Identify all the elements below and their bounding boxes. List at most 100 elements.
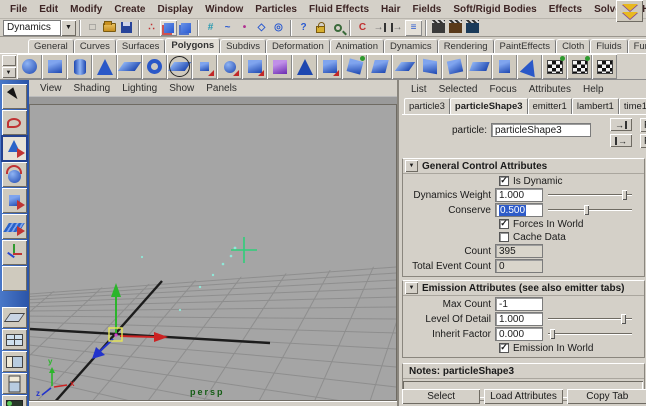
shelf-poly-cube-button[interactable] [42,54,67,79]
shelf-uv-button[interactable] [592,54,617,79]
panel-menu-shading[interactable]: Shading [69,82,116,95]
menu-fluid-effects[interactable]: Fluid Effects [303,2,375,17]
shelf-wedge-button[interactable] [492,54,517,79]
scale-tool-button[interactable] [2,188,27,213]
shelf-tab-fur[interactable]: Fur [627,39,646,53]
lock-selection-icon[interactable] [312,19,329,36]
perspective-viewport[interactable]: persp y x z [29,104,397,401]
conserve-field[interactable]: 0.500 [495,203,543,217]
show-manipulator-tool-button[interactable] [2,240,27,265]
ae-menu-attributes[interactable]: Attributes [524,83,576,96]
ae-tab-lambert1[interactable]: lambert1 [571,98,619,114]
snap-view-plane-icon[interactable]: ◇ [253,19,270,36]
manipulator-x-axis[interactable] [119,335,157,338]
menu-soft-rigid-bodies[interactable]: Soft/Rigid Bodies [447,2,542,17]
shelf-tab-icon[interactable] [1,55,16,66]
particle-name-field[interactable]: particleShape3 [491,123,591,137]
ae-menu-focus[interactable]: Focus [484,83,521,96]
dynamics-weight-slider[interactable] [548,189,632,201]
menu-create[interactable]: Create [108,2,151,17]
four-pane-layout-button[interactable] [2,329,27,350]
shelf-tab-animation[interactable]: Animation [329,39,384,53]
shelf-tab-polygons[interactable]: Polygons [165,38,221,53]
ae-menu-list[interactable]: List [406,83,432,96]
shelf-combine-button[interactable] [192,54,217,79]
shelf-menu-arrow-icon[interactable]: ▼ [1,67,16,78]
copy-tab-button[interactable]: Copy Tab [566,389,646,404]
menu-particles[interactable]: Particles [249,2,303,17]
focus-button[interactable]: F [640,118,646,132]
conserve-slider[interactable] [548,204,632,216]
menu-hair[interactable]: Hair [375,2,406,17]
shelf-tab-general[interactable]: General [28,39,74,53]
help-line-icon[interactable]: ? [295,19,312,36]
slider-handle[interactable] [621,314,627,324]
shelf-tab-dynamics[interactable]: Dynamics [383,39,438,53]
shelf-tab-curves[interactable]: Curves [73,39,116,53]
render-settings-icon[interactable] [464,19,481,36]
shelf-split-button[interactable] [292,54,317,79]
shelf-tab-rendering[interactable]: Rendering [437,39,494,53]
max-count-field[interactable]: -1 [495,297,543,311]
select-object-icon[interactable] [160,19,177,36]
ipr-render-icon[interactable] [447,19,464,36]
shelf-boolean-button[interactable] [242,54,267,79]
ae-menu-selected[interactable]: Selected [434,83,483,96]
move-tool-button[interactable] [1,135,28,162]
animation-layout-button[interactable] [2,395,27,406]
ae-tab-emitter1[interactable]: emitter1 [527,98,572,114]
collapse-arrow-icon[interactable]: ▼ [405,282,418,294]
panel-menu-view[interactable]: View [35,82,67,95]
shelf-cut-faces-button[interactable] [442,54,467,79]
single-pane-layout-button[interactable] [2,307,27,328]
shelf-tab-deformation[interactable]: Deformation [265,39,330,53]
panel-title-bar[interactable] [29,96,397,104]
render-current-frame-icon[interactable] [430,19,447,36]
rotate-tool-button[interactable] [2,162,27,187]
construction-history-icon[interactable]: ≡ [405,19,422,36]
shelf-poly-cylinder-button[interactable] [67,54,92,79]
shelf-mirror-button[interactable] [517,54,542,79]
dynamics-weight-field[interactable]: 1.000 [495,188,543,202]
shelf-lattice-button[interactable] [267,54,292,79]
shelf-extract-button[interactable] [217,54,242,79]
shelf-merge-button[interactable] [367,54,392,79]
level-of-detail-field[interactable]: 1.000 [495,312,543,326]
select-tool-button[interactable] [2,84,27,109]
shelf-smooth-button[interactable] [167,54,192,79]
persp-graph-layout-button[interactable] [2,373,27,394]
output-connections-icon[interactable]: → [388,19,405,36]
emitter-crosshair[interactable] [231,237,257,263]
last-tool-button[interactable] [2,266,27,291]
gold-chevron-button[interactable] [616,0,643,22]
panel-menu-lighting[interactable]: Lighting [117,82,162,95]
input-connection-button[interactable]: → [610,118,632,131]
load-attributes-button[interactable]: Load Attributes [484,389,563,404]
forces-in-world-checkbox[interactable]: ✓ [499,218,509,229]
zoom-selected-icon[interactable] [329,19,346,36]
ae-tab-particle3[interactable]: particle3 [404,98,450,114]
open-scene-icon[interactable] [101,19,118,36]
menuset-dropdown[interactable]: Dynamics ▼ [3,19,76,36]
snap-grid-icon[interactable]: # [202,19,219,36]
menu-display[interactable]: Display [151,2,199,17]
shelf-subdiv-proxy-button[interactable] [542,54,567,79]
snap-surface-icon[interactable]: ◎ [270,19,287,36]
emission-in-world-checkbox[interactable]: ✓ [499,342,509,353]
menu-fields[interactable]: Fields [406,2,447,17]
menu-window[interactable]: Window [199,2,249,17]
ae-menu-help[interactable]: Help [578,83,609,96]
lasso-tool-button[interactable] [2,110,27,135]
output-connection-button[interactable]: → [610,134,632,147]
shelf-sculpt-button[interactable] [567,54,592,79]
presets-button[interactable]: Pr [640,134,646,148]
slider-handle[interactable] [621,190,627,200]
shelf-tab-cloth[interactable]: Cloth [556,39,591,53]
menu-file[interactable]: File [4,2,33,17]
shelf-poly-sphere-button[interactable] [17,54,42,79]
panel-menu-show[interactable]: Show [164,82,199,95]
snap-curve-icon[interactable]: ~ [219,19,236,36]
notes-header[interactable]: Notes: particleShape3 [403,364,644,379]
menu-effects[interactable]: Effects [543,2,588,17]
shelf-tab-fluids[interactable]: Fluids [590,39,628,53]
